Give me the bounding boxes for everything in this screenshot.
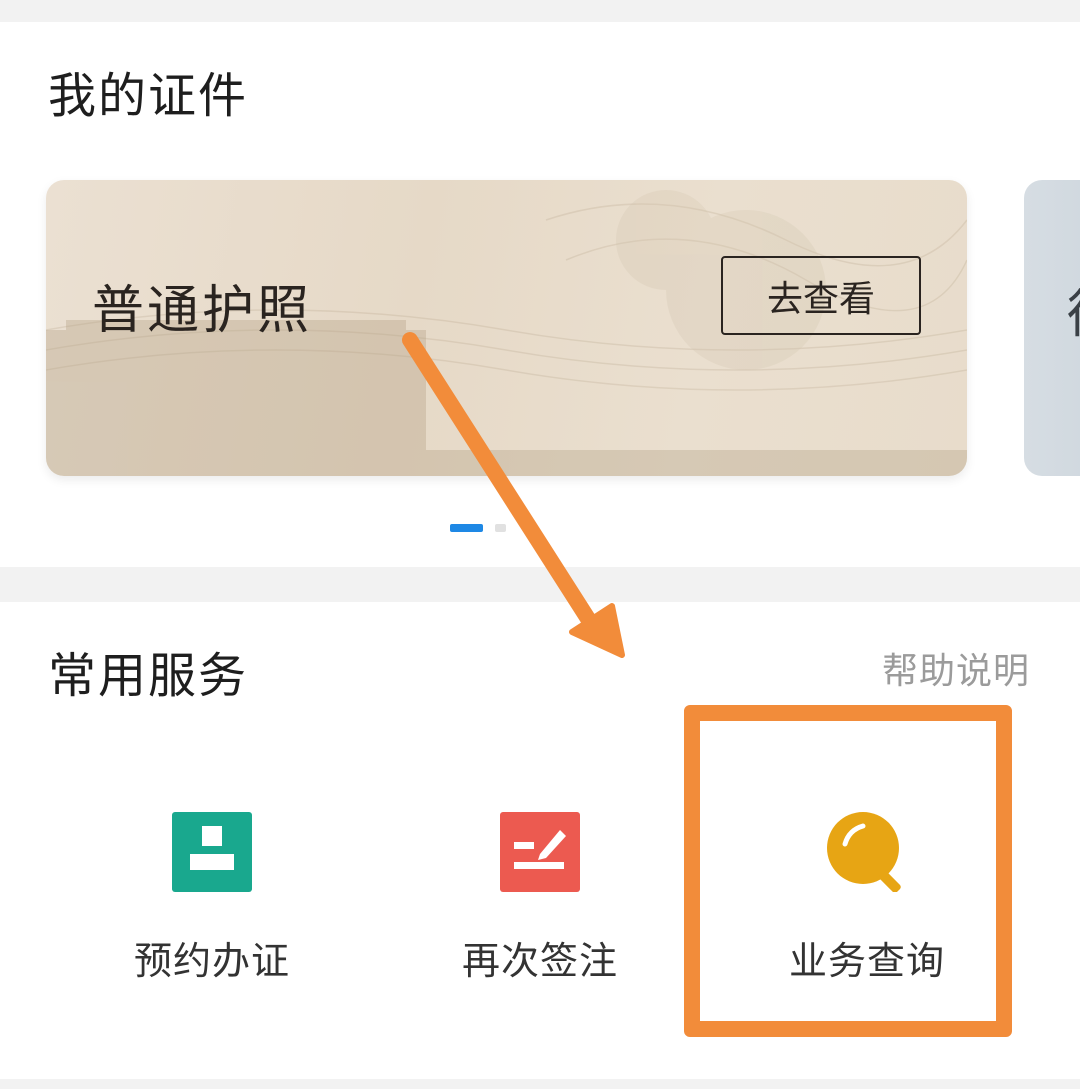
common-services-section: 常用服务 帮助说明 预约办证 再次签注 业务查询 [0,602,1080,1079]
next-card-title-fragment: 徨 [1066,272,1080,347]
sign-pen-icon [500,812,580,892]
carousel-dot [495,524,506,532]
my-documents-title: 我的证件 [48,68,249,124]
help-link[interactable]: 帮助说明 [882,642,1030,694]
appointment-service-label: 预约办证 [133,939,290,983]
common-services-title: 常用服务 [48,648,249,704]
business-query-button[interactable]: 业务查询 [727,812,1007,983]
business-query-label: 业务查询 [788,939,945,983]
carousel-indicator [0,524,1080,534]
appointment-service-button[interactable]: 预约办证 [72,812,352,983]
search-icon [827,812,907,893]
passport-card-title: 普通护照 [92,281,313,341]
id-card-icon [172,812,252,892]
carousel-dot-active [450,524,483,532]
next-document-card[interactable]: 徨 [1024,180,1080,476]
my-documents-section: 我的证件 普通护照 去查看 [0,22,1080,567]
endorsement-service-button[interactable]: 再次签注 [400,812,680,983]
view-passport-button[interactable]: 去查看 [721,256,921,335]
app-screen: 我的证件 普通护照 去查看 常用服务 帮助说明 预约办证 再次签注 业务查询 [0,0,1080,1089]
passport-card[interactable]: 普通护照 去查看 [46,180,967,476]
endorsement-service-label: 再次签注 [461,939,618,983]
